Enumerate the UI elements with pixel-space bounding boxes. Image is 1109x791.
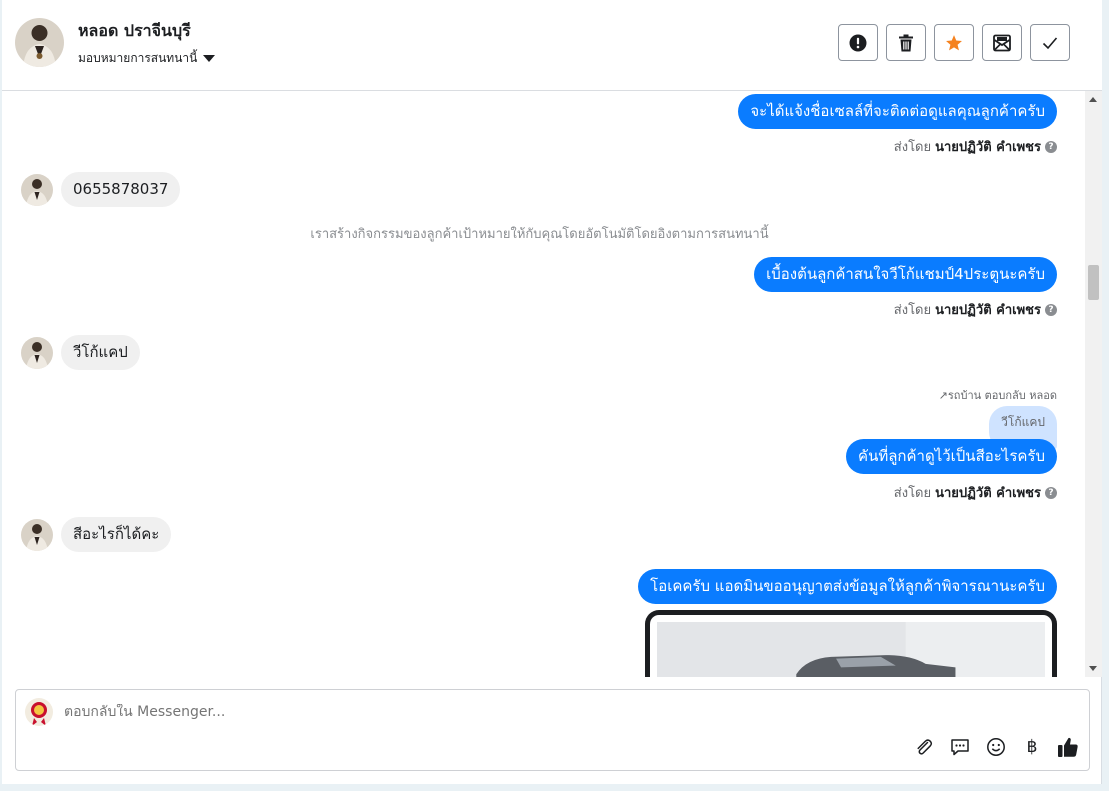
message-thread[interactable]: จะได้แจ้งชื่อเซลล์ที่จะติดต่อดูแลคุณลูกค…	[2, 91, 1085, 677]
sent-by-prefix: ส่งโดย	[893, 140, 932, 155]
reply-arrow-icon: ↗	[938, 389, 948, 402]
conversation-header: หลอด ปราจีนบุรี มอบหมายการสนทนานี้	[2, 0, 1102, 91]
message-composer: ฿	[15, 689, 1090, 771]
outgoing-message[interactable]: เบื้องต้นลูกค้าสนใจวีโก้แชมป์4ประตูนะครั…	[754, 257, 1057, 292]
speech-bubble-icon[interactable]	[949, 736, 971, 758]
exclamation-circle-icon	[849, 34, 867, 51]
envelope-icon	[993, 34, 1011, 51]
contact-avatar[interactable]	[15, 18, 64, 67]
thread-scrollbar[interactable]	[1085, 91, 1102, 677]
help-icon[interactable]: ?	[1045, 486, 1057, 499]
incoming-message-row: สีอะไรก็ได้คะ	[21, 517, 172, 552]
incoming-message[interactable]: สีอะไรก็ได้คะ	[61, 517, 172, 552]
composer-tools: ฿	[913, 736, 1079, 758]
sent-by-label: ส่งโดย นายปฏิวัติ คำเพชร ?	[894, 136, 1057, 157]
sent-by-label: ส่งโดย นายปฏิวัติ คำเพชร ?	[894, 482, 1057, 503]
mark-unread-button[interactable]	[982, 24, 1022, 61]
contact-avatar-small	[21, 336, 53, 369]
header-actions	[838, 24, 1070, 61]
incoming-message[interactable]: วีโก้แคป	[61, 335, 140, 370]
assign-conversation-dropdown[interactable]: มอบหมายการสนทนานี้	[78, 49, 216, 68]
help-icon[interactable]: ?	[1045, 303, 1057, 316]
outgoing-message[interactable]: คันที่ลูกค้าดูไว้เป็นสีอะไรครับ	[846, 439, 1057, 474]
conversation-panel: หลอด ปราจีนบุรี มอบหมายการสนทนานี้ จะได้…	[2, 0, 1102, 784]
sent-by-label: ส่งโดย นายปฏิวัติ คำเพชร ?	[894, 299, 1057, 320]
delete-button[interactable]	[886, 24, 926, 61]
thumbs-up-icon[interactable]	[1057, 736, 1079, 758]
agent-name: นายปฏิวัติ คำเพชร	[935, 486, 1041, 501]
outgoing-message[interactable]: โอเคครับ แอดมินขออนุญาตส่งข้อมูลให้ลูกค้…	[638, 569, 1057, 604]
scroll-down-arrow[interactable]	[1089, 666, 1097, 671]
incoming-message-row: วีโก้แคป	[21, 335, 140, 370]
scrollbar-thumb[interactable]	[1088, 265, 1099, 300]
incoming-message[interactable]: 0655878037	[61, 172, 181, 207]
reply-input[interactable]	[64, 704, 864, 720]
page-avatar	[25, 698, 53, 726]
agent-name: นายปฏิวัติ คำเพชร	[935, 140, 1041, 155]
chevron-down-icon	[203, 55, 216, 62]
smiley-icon[interactable]	[985, 736, 1007, 758]
reply-hint: ↗รถบ้าน ตอบกลับ หลอด	[938, 389, 1057, 402]
contact-name: หลอด ปราจีนบุรี	[78, 21, 191, 40]
image-attachment[interactable]	[645, 610, 1057, 677]
checkmark-icon	[1042, 36, 1058, 49]
assign-label: มอบหมายการสนทนานี้	[78, 51, 198, 65]
scroll-up-arrow[interactable]	[1089, 97, 1097, 102]
incoming-message-row: 0655878037	[21, 172, 181, 207]
mark-spam-button[interactable]	[838, 24, 878, 61]
mark-done-button[interactable]	[1030, 24, 1070, 61]
car-photo	[657, 622, 1045, 677]
outgoing-message[interactable]: จะได้แจ้งชื่อเซลล์ที่จะติดต่อดูแลคุณลูกค…	[738, 94, 1057, 129]
system-note: เราสร้างกิจกรรมของลูกค้าเป้าหมายให้กับคุ…	[310, 227, 769, 242]
paperclip-icon[interactable]	[913, 736, 935, 758]
sent-by-prefix: ส่งโดย	[893, 303, 932, 318]
contact-avatar-small	[21, 173, 53, 206]
help-icon[interactable]: ?	[1045, 140, 1057, 153]
star-button[interactable]	[934, 24, 974, 61]
baht-icon[interactable]: ฿	[1021, 736, 1043, 758]
sent-by-prefix: ส่งโดย	[893, 486, 932, 501]
agent-name: นายปฏิวัติ คำเพชร	[935, 303, 1041, 318]
contact-avatar-small	[21, 518, 53, 551]
trash-icon	[899, 34, 913, 51]
star-icon	[946, 34, 962, 50]
